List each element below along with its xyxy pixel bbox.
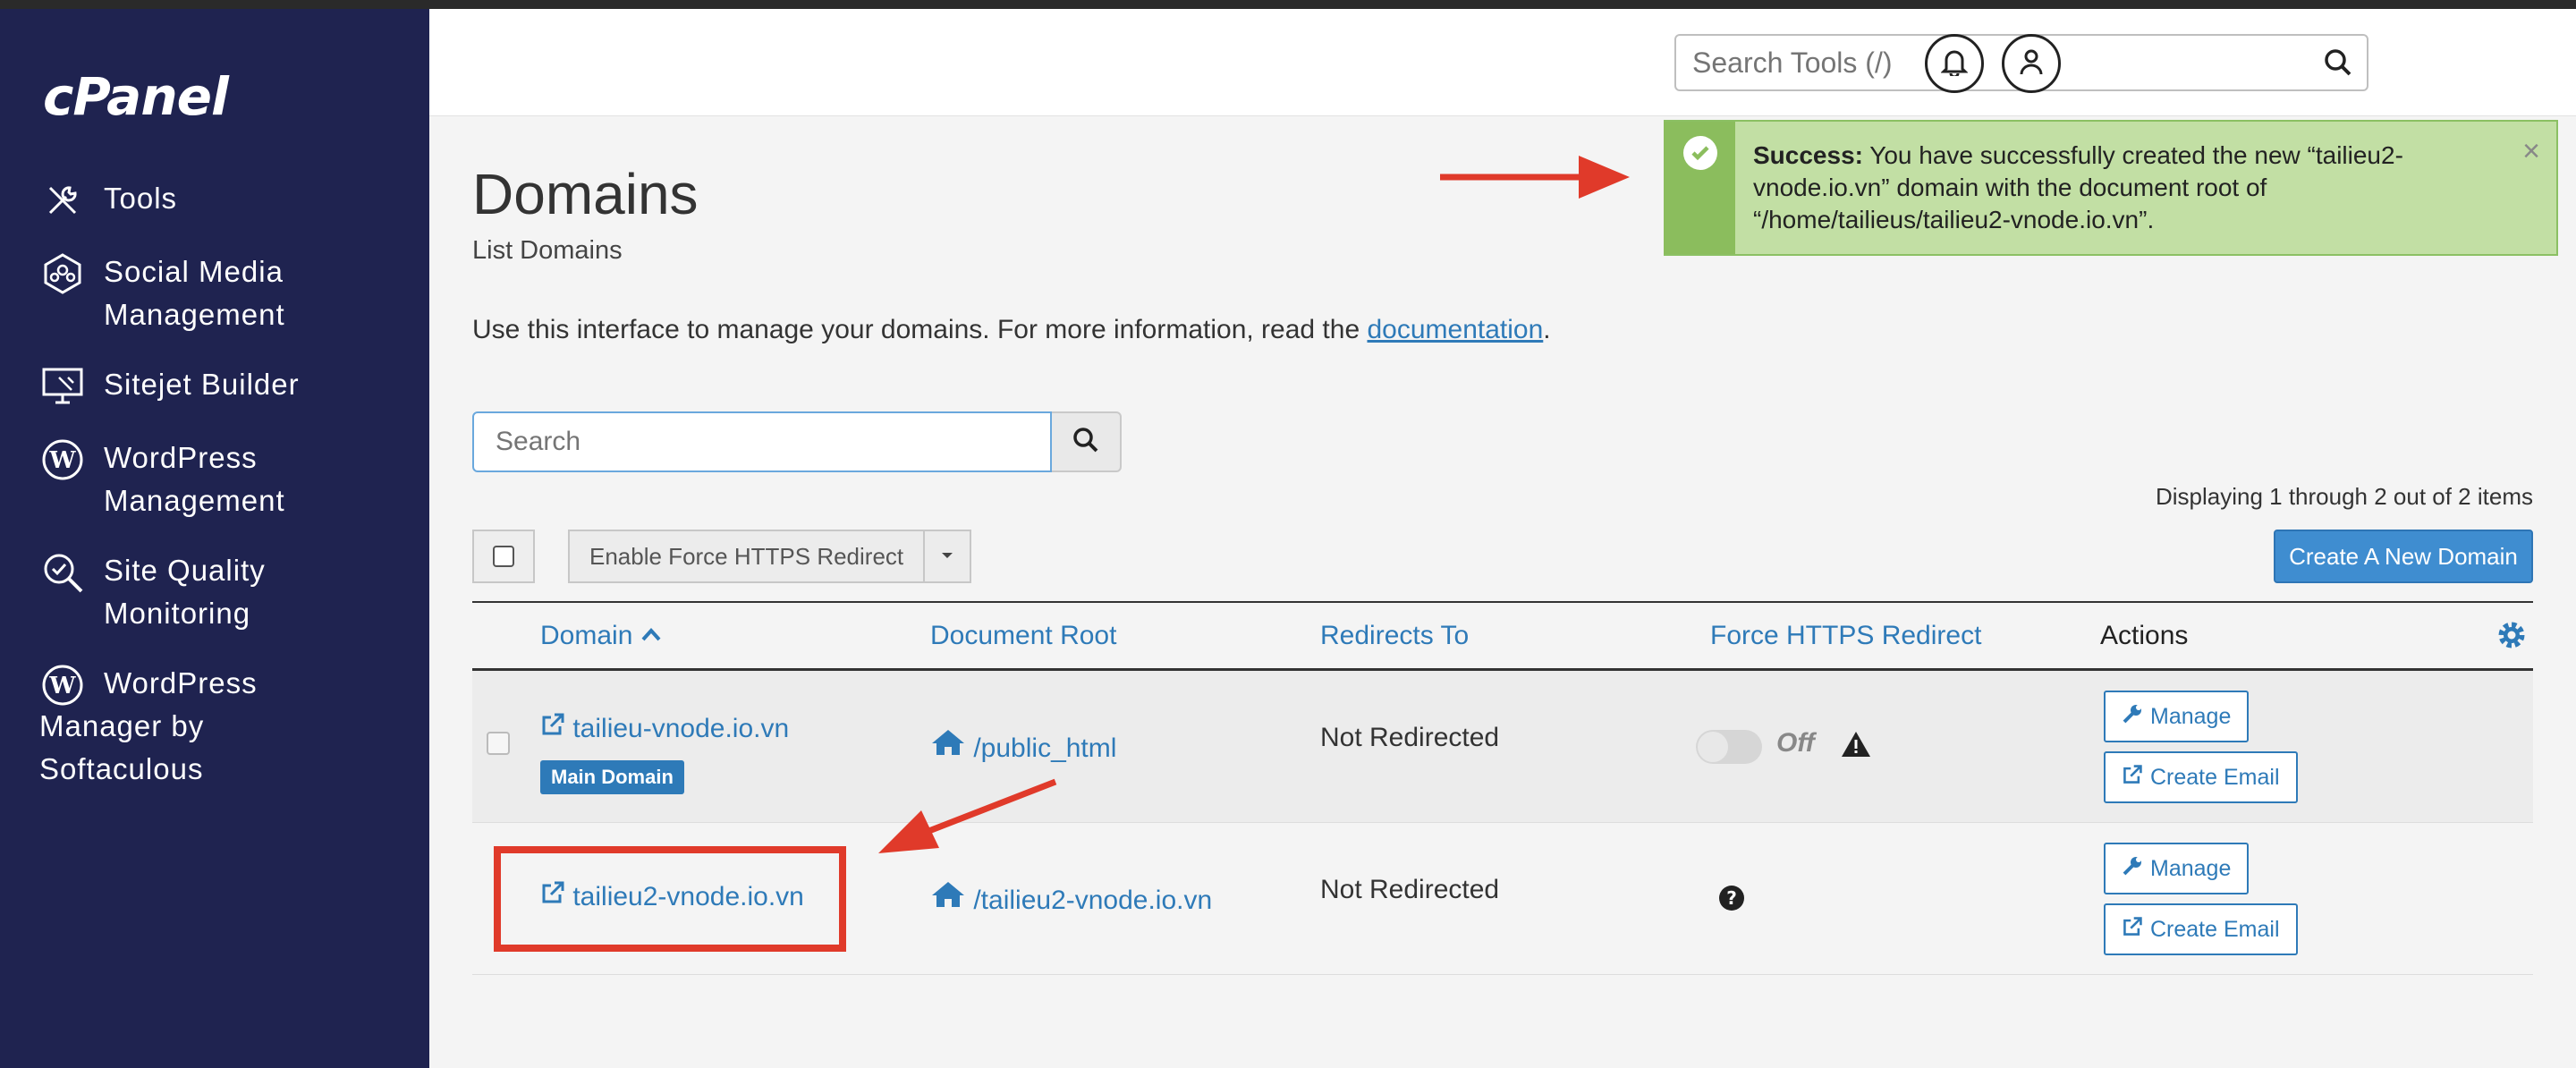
sidebar-item-label: Site Quality Monitoring <box>104 554 266 630</box>
page-subtitle: List Domains <box>472 236 623 265</box>
tools-icon <box>39 177 86 224</box>
sidebar-item-social-media[interactable]: Social Media Management <box>39 250 415 336</box>
user-menu-button[interactable] <box>2002 34 2061 93</box>
redirect-status: Not Redirected <box>1320 875 1500 904</box>
redirect-status: Not Redirected <box>1320 723 1500 752</box>
domain-link[interactable]: tailieu-vnode.io.vn <box>540 712 789 744</box>
force-https-button-group: Enable Force HTTPS Redirect <box>568 530 972 583</box>
search-icon[interactable] <box>2322 47 2354 83</box>
force-https-dropdown[interactable] <box>925 531 970 581</box>
documentation-link[interactable]: documentation <box>1367 315 1543 344</box>
user-icon <box>2018 47 2045 81</box>
manage-label: Manage <box>2150 855 2232 881</box>
help-icon[interactable]: ? <box>1717 884 1746 917</box>
create-email-button[interactable]: Create Email <box>2104 903 2298 955</box>
column-domain[interactable]: Domain <box>540 621 662 651</box>
table-row: tailieu-vnode.io.vn Main Domain /public_… <box>472 671 2533 823</box>
sidebar-item-label: Sitejet Builder <box>104 368 300 401</box>
tools-search-input[interactable] <box>1676 46 2302 80</box>
annotation-arrow-right <box>1440 156 1630 199</box>
document-root-link[interactable]: /tailieu2-vnode.io.vn <box>930 880 1212 916</box>
external-link-icon <box>2122 916 2150 944</box>
sidebar-item-label: Tools <box>104 182 178 215</box>
checkbox-box <box>493 546 514 567</box>
top-header <box>429 9 2576 116</box>
alert-title: Success: <box>1753 141 1863 169</box>
table-header: Domain Document Root Redirects To Force … <box>472 601 2533 671</box>
domain-search-input[interactable] <box>472 411 1053 472</box>
force-https-button[interactable]: Enable Force HTTPS Redirect <box>570 531 926 581</box>
toggle-state: Off <box>1776 728 1815 758</box>
notifications-button[interactable] <box>1925 34 1984 93</box>
column-domain-label: Domain <box>540 621 633 650</box>
home-icon <box>930 730 973 763</box>
manage-button[interactable]: Manage <box>2104 843 2250 894</box>
site-quality-icon <box>39 549 86 596</box>
create-domain-button[interactable]: Create A New Domain <box>2274 530 2533 583</box>
wrench-icon <box>2122 855 2150 883</box>
bell-icon <box>1940 47 1969 81</box>
column-actions: Actions <box>2100 621 2189 650</box>
sidebar-item-sitejet[interactable]: Sitejet Builder <box>39 363 415 410</box>
success-alert: Success: You have successfully created t… <box>1664 120 2558 256</box>
wordpress-icon: W <box>39 437 86 483</box>
sidebar-item-site-quality[interactable]: Site Quality Monitoring <box>39 549 415 635</box>
page-title: Domains <box>472 162 699 226</box>
alert-side <box>1664 122 1735 254</box>
close-icon[interactable]: × <box>2522 134 2540 169</box>
domain-search <box>472 411 1122 472</box>
select-all-checkbox[interactable] <box>472 530 535 583</box>
column-redirects-to[interactable]: Redirects To <box>1320 621 1469 651</box>
manage-button[interactable]: Manage <box>2104 691 2250 742</box>
external-link-icon <box>540 713 572 743</box>
pagination-info: Displaying 1 through 2 out of 2 items <box>2155 483 2533 510</box>
document-root-path: /public_html <box>973 733 1117 763</box>
wrench-icon <box>2122 703 2150 731</box>
search-icon <box>1072 426 1100 459</box>
caret-down-icon <box>940 548 954 564</box>
document-root-link[interactable]: /public_html <box>930 728 1116 764</box>
domain-name: tailieu-vnode.io.vn <box>572 714 790 743</box>
force-https-toggle[interactable] <box>1696 730 1762 764</box>
intro-text: Use this interface to manage your domain… <box>472 315 1551 345</box>
check-circle-icon <box>1683 136 1717 170</box>
create-email-label: Create Email <box>2150 764 2280 790</box>
sidebar-item-label: WordPress Management <box>104 441 285 517</box>
sidebar-item-wordpress-softaculous[interactable]: W WordPress Manager by Softaculous <box>39 662 415 791</box>
svg-text:W: W <box>48 447 76 474</box>
column-document-root[interactable]: Document Root <box>930 621 1116 651</box>
warning-icon[interactable] <box>1841 730 1871 763</box>
row-checkbox[interactable] <box>487 732 510 755</box>
column-force-https[interactable]: Force HTTPS Redirect <box>1710 621 1981 651</box>
annotation-arrow-left <box>878 778 1057 853</box>
toggle-knob <box>1698 732 1728 762</box>
home-icon <box>930 882 973 915</box>
annotation-highlight-box <box>494 846 846 952</box>
create-email-button[interactable]: Create Email <box>2104 751 2298 803</box>
manage-label: Manage <box>2150 703 2232 729</box>
domain-search-button[interactable] <box>1052 411 1122 472</box>
document-root-path: /tailieu2-vnode.io.vn <box>973 886 1213 915</box>
external-link-icon <box>2122 764 2150 792</box>
gear-icon[interactable] <box>2494 617 2529 657</box>
top-border <box>0 0 2576 9</box>
sidebar-item-label: Social Media Management <box>104 255 285 331</box>
sidebar: cPanel Tools Social Media Management Sit… <box>0 9 429 1068</box>
social-media-icon <box>39 250 86 297</box>
create-email-label: Create Email <box>2150 916 2280 942</box>
sort-ascending-icon <box>640 621 662 650</box>
alert-message: Success: You have successfully created t… <box>1753 140 2487 236</box>
svg-text:?: ? <box>1726 887 1737 909</box>
sidebar-item-wordpress[interactable]: W WordPress Management <box>39 437 415 522</box>
main-domain-badge: Main Domain <box>540 760 684 794</box>
sidebar-nav: Tools Social Media Management Sitejet Bu… <box>39 177 415 818</box>
cpanel-logo[interactable]: cPanel <box>43 66 229 127</box>
intro-sentence: Use this interface to manage your domain… <box>472 315 1360 344</box>
sidebar-item-tools[interactable]: Tools <box>39 177 415 224</box>
sitejet-icon <box>39 363 86 410</box>
sidebar-item-label: WordPress Manager by Softaculous <box>39 666 258 785</box>
intro-end: . <box>1543 315 1551 344</box>
